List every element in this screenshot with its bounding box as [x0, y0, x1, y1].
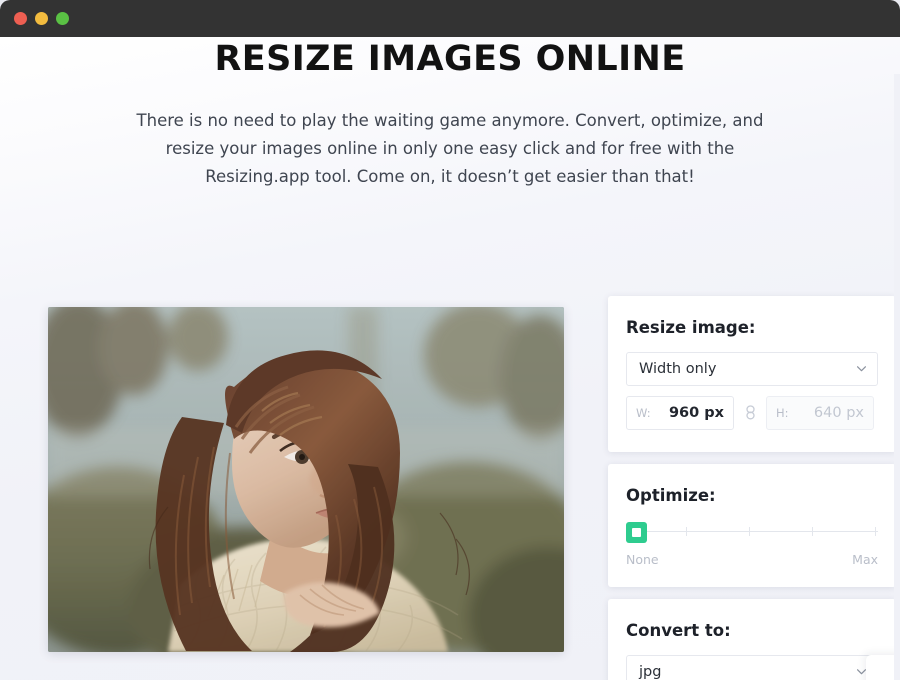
resize-mode-select[interactable]: Width only [626, 352, 878, 386]
height-input[interactable]: H: 640 px [766, 396, 874, 430]
slider-min-label: None [626, 552, 659, 567]
format-select[interactable]: jpg [626, 655, 878, 680]
width-value: 960 px [668, 405, 724, 421]
chevron-down-icon [857, 366, 866, 372]
hero-subtitle: There is no need to play the waiting gam… [136, 111, 764, 186]
slider-tick [875, 527, 877, 536]
chain-link-glyph [745, 404, 755, 419]
optimize-slider[interactable] [626, 520, 878, 544]
slider-track [628, 531, 878, 532]
format-value: jpg [639, 664, 662, 680]
width-input[interactable]: W: 960 px [626, 396, 734, 430]
controls-column: Resize image: Width only W: 960 px H: 64… [608, 296, 896, 680]
dimension-row: W: 960 px H: 640 px [626, 396, 878, 452]
height-value: 640 px [813, 405, 864, 421]
close-window-button[interactable] [14, 12, 27, 25]
resize-panel: Resize image: Width only W: 960 px H: 64… [608, 296, 896, 452]
slider-legend: None Max [626, 552, 878, 587]
optimize-panel: Optimize: None Max [608, 464, 896, 587]
slider-tick [686, 527, 688, 536]
resize-mode-value: Width only [639, 361, 717, 377]
slider-handle[interactable] [626, 522, 647, 543]
maximize-window-button[interactable] [56, 12, 69, 25]
convert-panel-title: Convert to: [626, 621, 731, 640]
slider-tick [812, 527, 814, 536]
convert-panel: Convert to: jpg Cancel Save [608, 599, 896, 680]
slider-tick [749, 527, 751, 536]
image-preview[interactable] [48, 307, 564, 652]
traffic-light-buttons [14, 12, 69, 25]
page-body: RESIZE IMAGES ONLINE There is no need to… [0, 37, 900, 680]
hero-section: RESIZE IMAGES ONLINE There is no need to… [0, 37, 900, 191]
link-aspect-ratio-icon[interactable] [734, 404, 766, 422]
chevron-down-icon [857, 669, 866, 675]
window-titlebar [0, 0, 900, 37]
width-label: W: [636, 406, 651, 420]
preview-photo [48, 307, 564, 652]
optimize-panel-title: Optimize: [626, 486, 716, 505]
height-label: H: [776, 406, 789, 420]
window-right-edge [894, 74, 900, 680]
resize-panel-title: Resize image: [626, 318, 756, 337]
app-window: RESIZE IMAGES ONLINE There is no need to… [0, 0, 900, 680]
slider-max-label: Max [852, 552, 878, 567]
minimize-window-button[interactable] [35, 12, 48, 25]
page-title: RESIZE IMAGES ONLINE [214, 39, 686, 79]
